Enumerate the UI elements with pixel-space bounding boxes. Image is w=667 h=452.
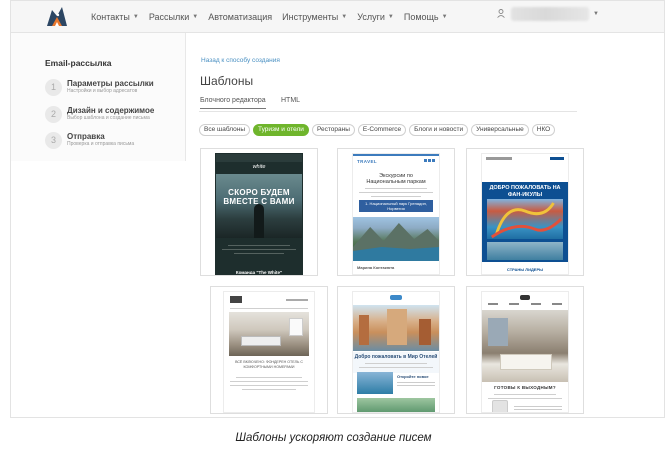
step-title: Дизайн и содержимое: [67, 106, 155, 115]
template-preview: white СКОРО БУДЕМ ВМЕСТЕ С ВАМИ Команда …: [215, 153, 303, 275]
chevron-down-icon: ▼: [441, 14, 448, 20]
chip-blogs-news[interactable]: Блоги и новости: [409, 124, 469, 136]
top-navbar: Контакты ▼ Рассылки ▼ Автоматизация Инстру…: [11, 1, 664, 33]
template-footer: Марина Контакюта: [357, 265, 395, 270]
template-card[interactable]: TRAVEL Экскурсии по Национальным паркам …: [337, 148, 455, 276]
resort-photo: [357, 398, 435, 412]
chip-ecommerce[interactable]: E-Commerce: [357, 124, 407, 136]
back-to-creation-method-link[interactable]: Назад к способу создания: [201, 57, 280, 64]
template-subhead: 1. Национальный парк Гренадин, Норвегия: [359, 200, 433, 212]
user-name-blurred: [511, 7, 589, 21]
nav-label: Инструменты: [282, 12, 339, 22]
template-headline: Добро пожаловать в Мир Отелей: [354, 354, 438, 360]
step-title: Параметры рассылки: [67, 79, 154, 88]
welcome-banner: ДОБРО ПОЖАЛОВАТЬ НА ФАН-ИКУЛЫ: [482, 182, 568, 262]
template-headline: ВСЁ ВКЛЮЧЕНО: ФОНДЕРЕН ОТЕЛЬ С КОМФОРТНЫ…: [235, 360, 303, 369]
template-preview: ГОТОВЫ К ВЫХОДНЫМ?: [481, 291, 569, 413]
nav-services[interactable]: Услуги ▼: [357, 12, 394, 22]
nav-label: Автоматизация: [208, 12, 273, 22]
sidebar-title: Email-рассылка: [45, 58, 112, 68]
template-card[interactable]: ДОБРО ПОЖАЛОВАТЬ НА ФАН-ИКУЛЫ СТРАНЫ ЛИД…: [466, 148, 584, 276]
nav-mailings[interactable]: Рассылки ▼: [149, 12, 198, 22]
step-number: 1: [45, 79, 62, 96]
template-card[interactable]: ГОТОВЫ К ВЫХОДНЫМ?: [466, 286, 584, 414]
step-subtitle: Настройки и выбор адресатов: [67, 88, 138, 94]
template-headline: Экскурсии по Национальным паркам: [366, 173, 426, 185]
chevron-down-icon: ▼: [387, 14, 394, 20]
tab-block-editor[interactable]: Блочного редактора: [200, 97, 266, 109]
city-hotel-photo: [353, 305, 439, 351]
template-cta-button: [252, 412, 286, 413]
template-headline: ДОБРО ПОЖАЛОВАТЬ НА ФАН-ИКУЛЫ: [489, 185, 561, 198]
template-headline: СКОРО БУДЕМ ВМЕСТЕ С ВАМИ: [223, 188, 295, 206]
step-subtitle: Выбор шаблона и создание письма: [67, 115, 150, 121]
nav-label: Услуги: [357, 12, 385, 22]
waterpark-photo: [487, 199, 563, 239]
template-card[interactable]: Добро пожаловать в Мир Отелей Откройте н…: [337, 286, 455, 414]
chip-nko[interactable]: НКО: [531, 124, 556, 136]
nav-tools[interactable]: Инструменты ▼: [282, 12, 347, 22]
mountain-photo: [353, 217, 439, 261]
template-preview: ДОБРО ПОЖАЛОВАТЬ НА ФАН-ИКУЛЫ СТРАНЫ ЛИД…: [481, 153, 569, 275]
category-filters: Все шаблоны Туризм и отели Рестораны E-C…: [199, 124, 558, 136]
template-footer: Команда "The White": [235, 270, 283, 275]
template-card[interactable]: white СКОРО БУДЕМ ВМЕСТЕ С ВАМИ Команда …: [200, 148, 318, 276]
chevron-down-icon: ▼: [341, 14, 348, 20]
ocean-photo: [216, 174, 302, 238]
nav-contacts[interactable]: Контакты ▼: [91, 12, 139, 22]
chevron-down-icon: ▼: [192, 14, 199, 20]
fox-logo-icon[interactable]: [45, 6, 69, 28]
app-window: Контакты ▼ Рассылки ▼ Автоматизация Инстру…: [10, 0, 665, 418]
nav-label: Рассылки: [148, 12, 190, 22]
template-preview: ВСЁ ВКЛЮЧЕНО: ФОНДЕРЕН ОТЕЛЬ С КОМФОРТНЫ…: [223, 291, 315, 413]
step-campaign-settings[interactable]: 1 Параметры рассылки Настройки и выбор а…: [45, 79, 154, 96]
chip-all-templates[interactable]: Все шаблоны: [199, 124, 251, 136]
editor-tabs: Блочного редактора HTML: [199, 96, 577, 112]
nav-label: Помощь: [403, 12, 439, 22]
steps-sidebar: Email-рассылка 1 Параметры рассылки Наст…: [11, 33, 186, 161]
nav-help[interactable]: Помощь ▼: [404, 12, 448, 22]
nav-label: Контакты: [91, 12, 130, 22]
tab-html[interactable]: HTML: [281, 97, 300, 104]
step-subtitle: Проверка и отправка письма: [67, 141, 135, 147]
nav-automation[interactable]: Автоматизация: [208, 12, 272, 22]
chevron-down-icon: ▼: [593, 11, 599, 17]
template-preview: Добро пожаловать в Мир Отелей Откройте н…: [352, 291, 440, 413]
template-brand: white: [252, 164, 266, 170]
template-preview: TRAVEL Экскурсии по Национальным паркам …: [352, 153, 440, 275]
user-icon: [497, 8, 505, 20]
step-number: 3: [45, 132, 62, 149]
step-design-content[interactable]: 2 Дизайн и содержимое Выбор шаблона и со…: [45, 106, 154, 123]
template-subhead: Откройте новое: [397, 374, 429, 379]
page-title: Шаблоны: [200, 74, 254, 88]
chevron-down-icon: ▼: [132, 14, 139, 20]
template-card[interactable]: ВСЁ ВКЛЮЧЕНО: ФОНДЕРЕН ОТЕЛЬ С КОМФОРТНЫ…: [210, 286, 328, 414]
user-menu[interactable]: ▼: [497, 7, 599, 21]
template-headline: ГОТОВЫ К ВЫХОДНЫМ?: [494, 385, 556, 390]
hotel-room-photo: [229, 312, 309, 356]
template-brand: TRAVEL: [357, 159, 378, 164]
step-send[interactable]: 3 Отправка Проверка и отправка письма: [45, 132, 134, 149]
chip-restaurants[interactable]: Рестораны: [311, 124, 355, 136]
chip-tourism-hotels[interactable]: Туризм и отели: [253, 124, 309, 136]
chip-universal[interactable]: Универсальные: [471, 124, 529, 136]
figure-caption: Шаблоны ускоряют создание писем: [235, 432, 432, 444]
step-title: Отправка: [67, 132, 105, 141]
phone-image: [492, 400, 508, 412]
bedroom-photo: [482, 310, 568, 382]
step-number: 2: [45, 106, 62, 123]
pool-photo: [357, 372, 393, 394]
main-nav: Контакты ▼ Рассылки ▼ Автоматизация Инстру…: [91, 1, 458, 33]
